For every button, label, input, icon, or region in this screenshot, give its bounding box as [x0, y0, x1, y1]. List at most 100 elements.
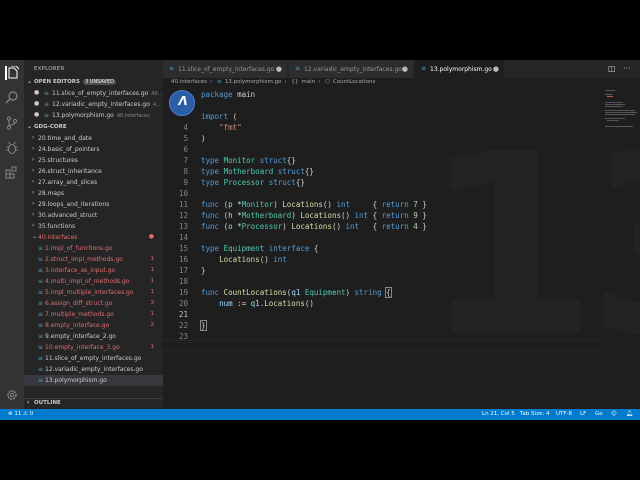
split-editor-icon[interactable]: ◫: [608, 64, 616, 73]
folder-item[interactable]: › 26.struct_inheritance: [24, 166, 163, 177]
vscode-window: EXPLORER ⌄ OPEN EDITORS 3 UNSAVED ● ≡ 11.…: [0, 60, 640, 420]
open-editor-path: 40.interfaces: [116, 112, 150, 119]
unsaved-dot-icon[interactable]: ●: [276, 65, 282, 73]
line-number: 11: [178, 200, 188, 209]
debug-icon[interactable]: [5, 141, 19, 155]
line-number: 17: [178, 266, 188, 275]
feedback-icon[interactable]: ☺: [611, 411, 617, 417]
language-mode[interactable]: Go: [595, 411, 603, 417]
breadcrumb-symbol[interactable]: main: [301, 79, 315, 85]
file-item[interactable]: ≡ 9.empty_interface_2.go: [24, 331, 163, 342]
folder-item[interactable]: › 29.loops_and_iterations: [24, 199, 163, 210]
go-file-icon: ≡: [38, 321, 44, 329]
file-label: 8.empty_interface.go: [45, 321, 110, 329]
unsaved-dot-icon[interactable]: ●: [493, 65, 499, 73]
open-editor-item[interactable]: ● ≡ 13.polymorphism.go 40.interfaces: [24, 110, 163, 121]
minimap[interactable]: [603, 90, 640, 130]
code-line: func (h *Motherboard) Locations() int { …: [201, 211, 427, 220]
folder-item[interactable]: › 24.basic_of_pointers: [24, 144, 163, 155]
folder-item[interactable]: › 30.advanced_struct: [24, 210, 163, 221]
bell-icon[interactable]: 🔔︎: [626, 411, 633, 417]
file-item[interactable]: ≡ 7.multiple_methods.go 1: [24, 309, 163, 320]
breadcrumb: 40.interfaces › ≡ 13.polymorphism.go › {} ma…: [171, 79, 376, 85]
go-file-icon: ≡: [38, 288, 44, 296]
extensions-icon[interactable]: [5, 166, 19, 180]
folder-label: 30.advanced_struct: [38, 211, 98, 219]
folder-item[interactable]: › 20.time_and_date: [24, 133, 163, 144]
file-label: 10.empty_interface_3.go: [45, 343, 120, 351]
folder-item-open[interactable]: ⌄ 40.interfaces ●: [24, 232, 163, 243]
unsaved-dot-icon: ●: [34, 111, 40, 118]
code-line: func (p *Monitor) Locations() int { retu…: [201, 200, 427, 209]
tab-slice-of-empty-interfaces[interactable]: ≡ 11.slice_of_empty_interfaces.go ●: [163, 60, 288, 78]
code-line: num := q1.Locations(): [219, 299, 314, 308]
file-item[interactable]: ≡ 1.impl_of_functions.go: [24, 243, 163, 254]
code-line: func (o *Processor) Locations() int { re…: [201, 222, 427, 231]
file-item[interactable]: ≡ 10.empty_interface_3.go 1: [24, 342, 163, 353]
file-item[interactable]: ≡ 12.variadic_empty_interfaces.go: [24, 364, 163, 375]
folder-label: 40.interfaces: [38, 233, 78, 241]
line-number: 8: [183, 167, 188, 176]
code-line: type Equipment interface {: [201, 244, 319, 253]
file-item[interactable]: ≡ 2.struct_impl_methods.go 1: [24, 254, 163, 265]
code-line: }: [201, 266, 206, 275]
file-label: 3.interface_as_input.go: [45, 266, 116, 274]
problem-count: 1: [150, 343, 155, 350]
line-number: 7: [183, 156, 188, 165]
go-file-icon: ≡: [38, 332, 44, 340]
folder-item[interactable]: › 27.array_and_slices: [24, 177, 163, 188]
encoding[interactable]: UTF-8: [556, 411, 572, 417]
line-number: 9: [183, 178, 188, 187]
tab-variadic-empty-interfaces[interactable]: ≡ 12.variadic_empty_interfaces.go ●: [289, 60, 414, 78]
go-file-icon: ≡: [421, 65, 427, 72]
tab-size[interactable]: Tab Size: 4: [520, 411, 549, 417]
file-item[interactable]: ≡ 11.slice_of_empty_interfaces.go: [24, 353, 163, 364]
problems-indicator[interactable]: ⊗ 11 ⚠ 0: [8, 411, 33, 417]
open-editor-path: 4...: [152, 101, 161, 108]
unsaved-badge: 3 UNSAVED: [82, 79, 116, 85]
explorer-sidebar: EXPLORER ⌄ OPEN EDITORS 3 UNSAVED ● ≡ 11.…: [24, 60, 163, 409]
file-item[interactable]: ≡ 8.empty_interface.go 2: [24, 320, 163, 331]
tab-polymorphism[interactable]: ≡ 13.polymorphism.go ●: [415, 60, 505, 78]
line-number: 12: [178, 211, 188, 220]
go-file-icon: ≡: [38, 376, 44, 384]
status-bar: ⊗ 11 ⚠ 0 Ln 21, Col 5 Tab Size: 4 UTF-8 …: [0, 409, 640, 420]
search-icon[interactable]: [5, 91, 19, 105]
explorer-icon[interactable]: [5, 66, 19, 80]
folder-item[interactable]: › 35.functions: [24, 221, 163, 232]
line-number: 4: [183, 123, 188, 132]
go-file-icon: ≡: [38, 310, 44, 318]
line-number: 14: [178, 233, 188, 242]
file-item[interactable]: ≡ 3.interface_as_input.go 1: [24, 265, 163, 276]
file-item[interactable]: ≡ 5.impl_multiple_interfaces.go 1: [24, 287, 163, 298]
chevron-right-icon: ›: [32, 200, 35, 207]
file-item[interactable]: ≡ 13.polymorphism.go: [24, 375, 163, 386]
go-file-icon: ≡: [169, 65, 175, 72]
open-editors-header[interactable]: ⌄ OPEN EDITORS 3 UNSAVED: [24, 78, 163, 88]
chevron-right-icon: ›: [32, 134, 35, 141]
breadcrumb-symbol[interactable]: CountLocations: [333, 79, 375, 85]
folder-item[interactable]: › 25.structures: [24, 155, 163, 166]
file-item[interactable]: ≡ 6.assign_diff_struct.go 3: [24, 298, 163, 309]
line-number: 10: [178, 189, 188, 198]
line-number: 20: [178, 299, 188, 308]
source-control-icon[interactable]: [5, 116, 19, 130]
more-actions-icon[interactable]: ···: [623, 64, 631, 73]
code-line: Locations() int: [219, 255, 287, 264]
file-label: 1.impl_of_functions.go: [45, 244, 113, 252]
gear-icon[interactable]: [5, 388, 19, 402]
code-line: }: [200, 320, 207, 331]
folder-item[interactable]: › 28.maps: [24, 188, 163, 199]
workspace-header[interactable]: ⌄ GDG-CORE: [24, 123, 163, 133]
breadcrumb-folder[interactable]: 40.interfaces: [171, 79, 207, 85]
file-item[interactable]: ≡ 4.multi_impl_of_methods.go 1: [24, 276, 163, 287]
breadcrumb-file[interactable]: 13.polymorphism.go: [225, 79, 282, 85]
open-editor-item[interactable]: ● ≡ 11.slice_of_empty_interfaces.go 40...: [24, 88, 163, 99]
open-editor-label: 13.polymorphism.go: [52, 111, 114, 119]
outline-header[interactable]: › OUTLINE: [24, 398, 163, 408]
tab-label: 13.polymorphism.go: [430, 65, 492, 73]
open-editor-item[interactable]: ● ≡ 12.variadic_empty_interfaces.go 4...: [24, 99, 163, 110]
unsaved-dot-icon[interactable]: ●: [402, 65, 408, 73]
line-ending[interactable]: LF: [580, 411, 586, 417]
cursor-position[interactable]: Ln 21, Col 5: [482, 411, 515, 417]
